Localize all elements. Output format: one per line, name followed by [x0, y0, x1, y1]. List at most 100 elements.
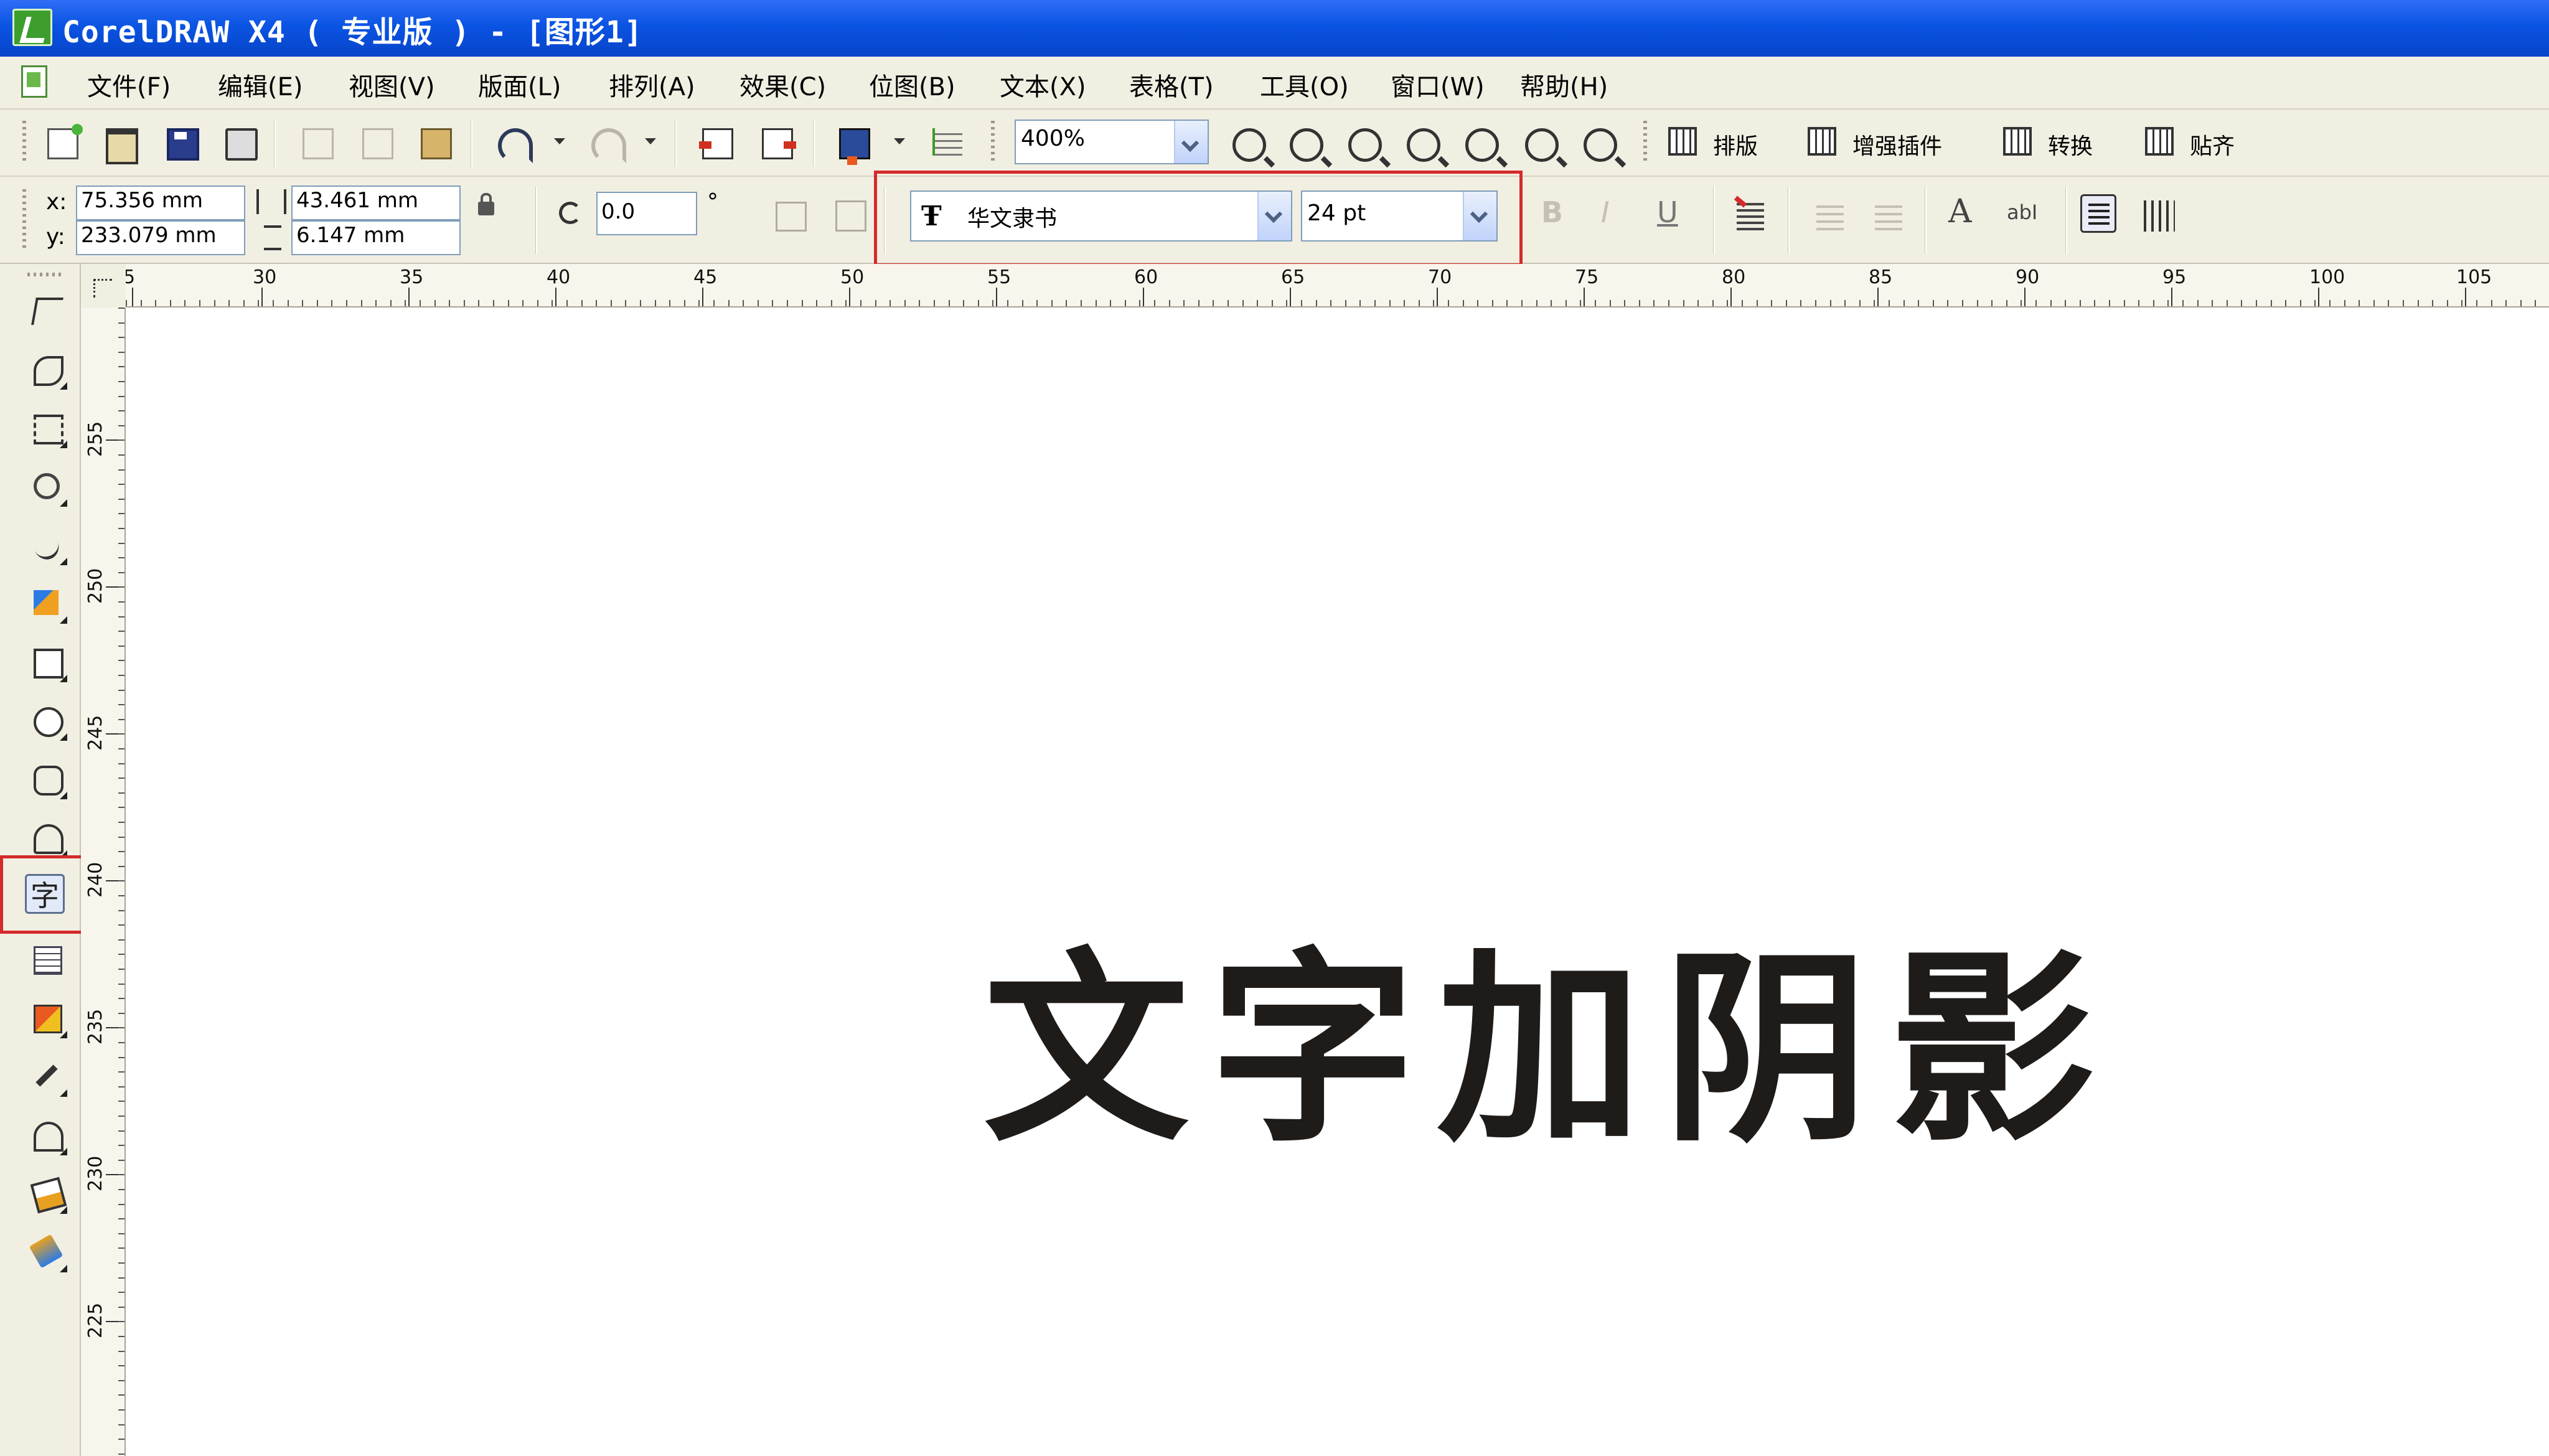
- ruler-minor-tick: [1007, 300, 1008, 306]
- freehand-curve-icon: [29, 528, 63, 563]
- mirror-vertical-icon[interactable]: [835, 200, 866, 232]
- redo-dropdown-icon[interactable]: [645, 138, 656, 144]
- menu-layout[interactable]: 版面(L): [478, 67, 561, 103]
- ruler-minor-tick: [1506, 300, 1508, 306]
- menu-tools[interactable]: 工具(O): [1260, 67, 1349, 103]
- paste-button[interactable]: [415, 122, 454, 162]
- shape-tool[interactable]: [27, 350, 67, 390]
- addon-convert-button[interactable]: 转换: [2001, 122, 2138, 162]
- toolbar-grip[interactable]: [22, 189, 26, 251]
- toolbar-grip[interactable]: [22, 121, 26, 164]
- drop-cap-icon[interactable]: [1875, 205, 1902, 230]
- zoom-to-height-button[interactable]: [1577, 122, 1617, 162]
- menu-text[interactable]: 文本(X): [1000, 67, 1086, 103]
- zoom-to-page-button[interactable]: [1459, 122, 1499, 162]
- ruler-minor-tick: [1183, 300, 1185, 306]
- horizontal-text-icon[interactable]: [2080, 194, 2116, 233]
- zoom-in-button[interactable]: [1226, 122, 1266, 162]
- save-button[interactable]: [161, 122, 200, 162]
- underline-icon[interactable]: U: [1657, 195, 1678, 229]
- options-button[interactable]: [926, 122, 966, 162]
- vertical-text-icon[interactable]: [2144, 200, 2175, 232]
- mirror-horizontal-icon[interactable]: [776, 202, 807, 232]
- font-size-combo[interactable]: 24 pt: [1301, 190, 1498, 242]
- addon-snap-button[interactable]: 贴齐: [2143, 122, 2279, 162]
- artistic-text-object[interactable]: 文字加阴影: [983, 946, 2116, 1152]
- rectangle-tool[interactable]: [27, 642, 67, 682]
- open-button[interactable]: [100, 122, 139, 164]
- vertical-ruler[interactable]: 2552502452402352302250: [81, 308, 126, 1456]
- character-formatting-icon[interactable]: A: [1948, 193, 1972, 230]
- new-button[interactable]: [41, 122, 83, 162]
- text-tool[interactable]: 字: [25, 874, 65, 914]
- table-tool[interactable]: [27, 940, 67, 980]
- smart-fill-tool[interactable]: [27, 584, 67, 624]
- x-position-field[interactable]: 75.356 mm: [76, 186, 245, 220]
- undo-dropdown-icon[interactable]: [554, 138, 565, 144]
- ruler-major-tick: [555, 288, 556, 306]
- coreldraw-app-icon[interactable]: [12, 9, 52, 46]
- font-size-dropdown-button[interactable]: [1463, 192, 1496, 240]
- lock-ratio-icon[interactable]: [478, 193, 494, 215]
- copy-button[interactable]: [356, 122, 396, 162]
- rotation-angle-field[interactable]: 0.0: [596, 192, 697, 235]
- edit-text-icon[interactable]: abI: [2007, 200, 2037, 224]
- application-launcher-button[interactable]: [833, 122, 873, 165]
- polygon-tool[interactable]: [27, 759, 67, 799]
- launcher-dropdown-icon[interactable]: [894, 138, 905, 144]
- cut-button[interactable]: [296, 122, 336, 162]
- zoom-to-width-button[interactable]: [1519, 122, 1559, 162]
- menu-arrange[interactable]: 排列(A): [609, 67, 695, 103]
- zoom-dropdown-button[interactable]: [1174, 121, 1208, 163]
- toolbar-grip[interactable]: [991, 121, 995, 164]
- object-height-field[interactable]: 6.147 mm: [291, 220, 461, 255]
- freehand-tool[interactable]: [27, 525, 67, 565]
- bold-icon[interactable]: B: [1541, 195, 1563, 229]
- redo-button[interactable]: [585, 122, 626, 163]
- menu-bitmaps[interactable]: 位图(B): [869, 67, 955, 103]
- menu-help[interactable]: 帮助(H): [1520, 67, 1608, 103]
- undo-button[interactable]: [492, 122, 533, 163]
- zoom-out-button[interactable]: [1284, 122, 1323, 162]
- open-folder-icon: [106, 128, 138, 164]
- basic-shapes-tool[interactable]: [27, 818, 67, 858]
- bullet-list-icon[interactable]: [1816, 205, 1844, 230]
- zoom-to-all-objects-button[interactable]: [1401, 122, 1440, 162]
- menu-effects[interactable]: 效果(C): [739, 67, 826, 103]
- font-dropdown-button[interactable]: [1257, 192, 1291, 240]
- addon-enhance-plugin-button[interactable]: 增强插件: [1805, 122, 2004, 162]
- menu-window[interactable]: 窗口(W): [1391, 67, 1485, 103]
- document-icon[interactable]: [21, 65, 47, 98]
- print-button[interactable]: [219, 122, 259, 162]
- drawing-canvas[interactable]: 文字加阴影: [127, 309, 2549, 1456]
- font-list-combo[interactable]: Ŧ 华文隶书: [910, 190, 1292, 242]
- import-button[interactable]: [696, 122, 736, 162]
- ruler-origin-corner[interactable]: [81, 264, 126, 308]
- menu-view[interactable]: 视图(V): [349, 67, 435, 103]
- ellipse-tool[interactable]: [27, 701, 67, 741]
- interactive-blend-tool[interactable]: [27, 998, 67, 1038]
- menu-edit[interactable]: 编辑(E): [218, 67, 303, 103]
- export-button[interactable]: [756, 122, 796, 162]
- zoom-tool[interactable]: [27, 467, 67, 507]
- pick-tool[interactable]: [27, 291, 67, 331]
- y-position-field[interactable]: 233.079 mm: [76, 220, 245, 255]
- horizontal-ruler[interactable]: 5 30 35 40 45 50 55 60 65 70 75 80 85 90 95 100 105: [126, 264, 2549, 308]
- fill-tool[interactable]: [27, 1174, 67, 1214]
- object-width-field[interactable]: 43.461 mm: [291, 186, 461, 220]
- zoom-level-combo[interactable]: 400%: [1015, 120, 1209, 164]
- interactive-fill-tool[interactable]: [27, 1233, 67, 1272]
- menu-table[interactable]: 表格(T): [1129, 67, 1214, 103]
- italic-icon[interactable]: I: [1601, 195, 1610, 229]
- ruler-tick-label: 65: [1281, 266, 1305, 288]
- crop-tool[interactable]: [27, 408, 67, 448]
- toolbox-grip[interactable]: [27, 273, 65, 276]
- eyedropper-tool[interactable]: [27, 1057, 67, 1097]
- zoom-to-selected-button[interactable]: [1342, 122, 1382, 162]
- text-alignment-icon[interactable]: [1737, 203, 1764, 230]
- menu-file[interactable]: 文件(F): [87, 67, 171, 103]
- ruler-minor-tick: [1962, 300, 1963, 306]
- ruler-minor-tick: [118, 1130, 124, 1132]
- toolbar-grip[interactable]: [1643, 121, 1647, 164]
- outline-tool[interactable]: [27, 1115, 67, 1155]
